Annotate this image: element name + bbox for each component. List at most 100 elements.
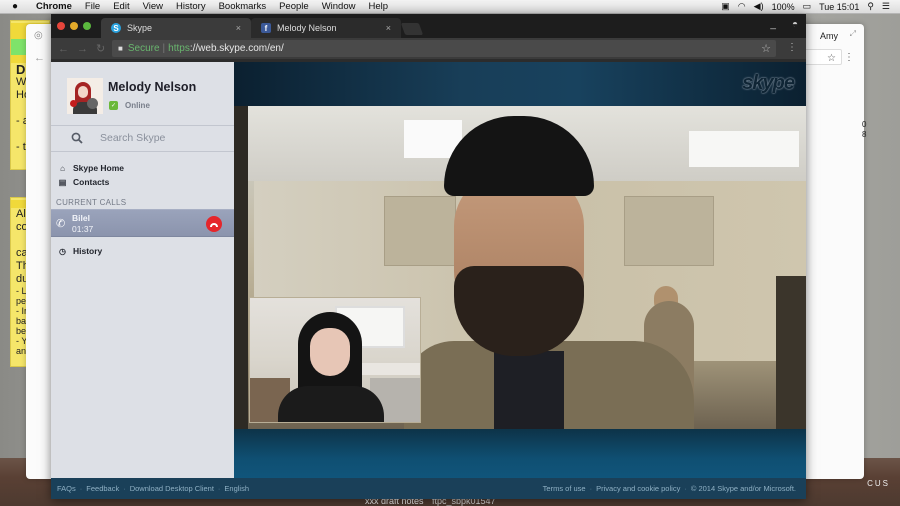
browser-window: S Skype × f Melody Nelson × _ ◓ ← → ↻ ■ … — [51, 14, 806, 499]
tab-melody-nelson[interactable]: f Melody Nelson × — [251, 18, 401, 38]
fullscreen-icon[interactable]: ⤢ — [850, 29, 856, 39]
call-controls-bar — [234, 429, 806, 478]
hang-up-button[interactable] — [206, 216, 222, 232]
avatar[interactable] — [67, 78, 103, 114]
battery-percent: 100% — [771, 1, 795, 12]
incognito-icon[interactable]: ◓ — [792, 19, 798, 30]
copyright-text: © 2014 Skype and/or Microsoft. — [690, 484, 796, 493]
sidebar-item-contacts[interactable]: ▤ Contacts — [51, 175, 234, 189]
apple-menu-icon[interactable]: ● — [12, 1, 24, 12]
skype-favicon-icon: S — [111, 23, 121, 33]
address-bar[interactable]: ■ Secure | https ://web.skype.com/en/ ☆ — [112, 40, 776, 57]
skype-web-page: Melody Nelson ✓ Online Search Skype ⌂ Sk… — [51, 62, 806, 499]
video-foreground — [776, 276, 806, 429]
desktop-side-label: 0 8 — [862, 120, 866, 140]
sidebar-item-skype-home[interactable]: ⌂ Skype Home — [51, 161, 234, 175]
chrome-menu-icon[interactable]: ⋮ — [787, 42, 797, 53]
back-button[interactable]: ← — [58, 43, 70, 55]
zoom-window-button[interactable] — [83, 22, 91, 30]
facebook-favicon-icon: f — [261, 23, 271, 33]
current-calls-heading: CURRENT CALLS — [56, 198, 127, 207]
sidebar-item-label: Contacts — [73, 177, 110, 187]
url-scheme: https — [168, 43, 190, 54]
menu-bookmarks[interactable]: Bookmarks — [219, 1, 267, 12]
menu-file[interactable]: File — [85, 1, 100, 12]
volume-icon[interactable]: ◀) — [754, 1, 764, 12]
profile-status[interactable]: Online — [125, 101, 150, 110]
skype-logo: skype — [742, 72, 795, 94]
minimize-icon[interactable]: _ — [770, 19, 776, 30]
sidebar-item-label: History — [73, 246, 103, 256]
search-skype[interactable]: Search Skype — [51, 126, 234, 152]
new-tab-button[interactable] — [400, 23, 424, 35]
tab-title: Skype — [127, 23, 153, 33]
wifi-icon[interactable]: ◠ — [738, 1, 746, 12]
watermark-logo: CUS — [867, 479, 890, 488]
minimize-window-button[interactable] — [70, 22, 78, 30]
menu-window[interactable]: Window — [322, 1, 356, 12]
bookmark-star-icon[interactable]: ☆ — [761, 42, 771, 55]
caller-shirt — [494, 351, 564, 429]
contacts-icon: ▤ — [58, 177, 67, 187]
footer-separator: · — [123, 484, 126, 493]
menu-edit[interactable]: Edit — [113, 1, 129, 12]
search-input[interactable]: Search Skype — [100, 132, 165, 144]
terms-link[interactable]: Terms of use — [543, 484, 586, 493]
spotlight-search-icon[interactable]: ⚲ — [867, 1, 874, 12]
remote-caller — [404, 116, 694, 429]
notification-center-icon[interactable]: ☰ — [882, 1, 890, 12]
tab-skype[interactable]: S Skype × — [101, 18, 251, 38]
page-footer: FAQs · Feedback · Download Desktop Clien… — [51, 478, 806, 499]
privacy-link[interactable]: Privacy and cookie policy — [596, 484, 680, 493]
battery-icon[interactable]: ▭ — [803, 1, 812, 12]
close-window-button[interactable] — [57, 22, 65, 30]
self-view-video[interactable] — [249, 297, 421, 423]
video-post — [234, 106, 248, 429]
clock-icon: ◷ — [59, 246, 66, 256]
current-call-item[interactable]: ✆ Bilel 01:37 — [51, 209, 234, 237]
profile-header[interactable]: Melody Nelson ✓ Online — [51, 62, 234, 126]
download-desktop-client-link[interactable]: Download Desktop Client — [130, 484, 214, 493]
call-video-area: skype — [234, 62, 806, 478]
footer-separator: · — [217, 484, 221, 493]
search-icon — [71, 132, 83, 144]
reload-button[interactable]: ↻ — [96, 42, 108, 55]
forward-button[interactable]: → — [77, 43, 89, 55]
call-duration: 01:37 — [72, 224, 94, 234]
menu-chrome[interactable]: Chrome — [36, 1, 72, 12]
footer-separator: · — [684, 484, 687, 493]
menu-view[interactable]: View — [143, 1, 163, 12]
caller-name: Bilel — [72, 213, 90, 223]
video-ceiling-light — [689, 131, 799, 167]
video-header: skype — [234, 62, 806, 106]
faqs-link[interactable]: FAQs — [57, 484, 76, 493]
tab-title: Melody Nelson — [277, 23, 337, 33]
profile-name: Melody Nelson — [108, 80, 197, 94]
menu-help[interactable]: Help — [368, 1, 388, 12]
menu-people[interactable]: People — [279, 1, 309, 12]
facetime-camera-icon[interactable]: ▣ — [721, 1, 730, 12]
phone-ringing-icon: ✆ — [56, 218, 66, 230]
feedback-link[interactable]: Feedback — [86, 484, 119, 493]
remote-video-feed[interactable] — [234, 106, 806, 429]
clock[interactable]: Tue 15:01 — [819, 2, 859, 12]
sidebar-item-history[interactable]: ◷ History — [51, 244, 234, 258]
online-status-icon: ✓ — [109, 101, 118, 110]
menu-history[interactable]: History — [176, 1, 206, 12]
tab-strip: S Skype × f Melody Nelson × _ ◓ — [51, 14, 806, 38]
profile-button[interactable]: Amy — [820, 31, 838, 41]
mac-menu-bar: ● Chrome File Edit View History Bookmark… — [0, 0, 900, 14]
window-controls — [57, 22, 91, 30]
language-link[interactable]: English — [224, 484, 249, 493]
self-face — [310, 328, 350, 376]
browser-toolbar: ← → ↻ ■ Secure | https ://web.skype.com/… — [51, 38, 806, 59]
menu-dots-icon[interactable]: ⋮ — [844, 52, 854, 63]
skype-sidebar: Melody Nelson ✓ Online Search Skype ⌂ Sk… — [51, 62, 234, 478]
avatar-face — [78, 86, 88, 98]
avatar-detail — [70, 100, 77, 107]
lock-icon[interactable]: ■ — [118, 44, 123, 53]
bookmark-star-icon[interactable]: ☆ — [827, 53, 836, 64]
close-tab-icon[interactable]: × — [386, 23, 391, 33]
self-shoulders — [278, 386, 384, 422]
close-tab-icon[interactable]: × — [236, 23, 241, 33]
